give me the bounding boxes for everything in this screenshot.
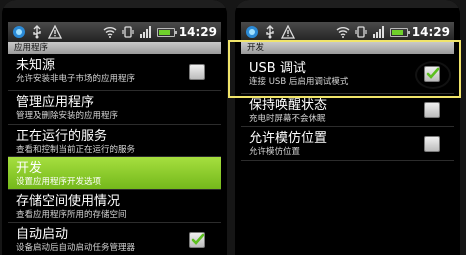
app-status-icon	[246, 26, 258, 38]
list-item-stay-awake[interactable]: 保持唤醒状态 充电时屏幕不会休眠	[241, 94, 454, 127]
right-phone-screen: 14:29 开发 USB 调试 连接 USB 后启用调试模式 保持唤醒状态 充电…	[235, 0, 460, 255]
section-header: 应用程序	[8, 42, 221, 54]
left-phone-screen: 14:29 应用程序 未知源 允许安装非电子市场的应用程序 管理应用程序 管理及…	[2, 0, 227, 255]
list-item-usb-debugging[interactable]: USB 调试 连接 USB 后启用调试模式	[241, 54, 454, 94]
list-item-manage-apps[interactable]: 管理应用程序 管理及删除安装的应用程序	[8, 91, 221, 125]
item-title: 存储空间使用情况	[16, 194, 121, 209]
list-item-auto-start[interactable]: 自动启动 设备启动后自动启动任务管理器	[8, 223, 221, 255]
stay-awake-checkbox[interactable]	[424, 102, 440, 118]
item-subtitle: 管理及删除安装的应用程序	[16, 111, 119, 121]
signal-icon	[372, 26, 384, 38]
auto-start-checkbox[interactable]	[189, 231, 205, 248]
wifi-icon	[103, 27, 117, 38]
warning-icon	[281, 25, 295, 39]
section-header: 开发	[241, 42, 454, 54]
status-bar: 14:29	[8, 22, 221, 42]
vibrate-icon	[355, 26, 367, 38]
item-title: 开发	[16, 161, 43, 176]
unknown-sources-checkbox[interactable]	[189, 64, 205, 80]
clock: 14:29	[411, 25, 450, 39]
phone-bezel	[235, 0, 460, 8]
list-item-development[interactable]: 开发 设置应用程序开发选项	[8, 157, 221, 190]
mock-locations-checkbox[interactable]	[424, 135, 440, 152]
settings-list: USB 调试 连接 USB 后启用调试模式 保持唤醒状态 充电时屏幕不会休眠 允…	[241, 54, 454, 255]
usb-icon	[33, 25, 41, 39]
clock: 14:29	[178, 25, 217, 39]
list-item-mock-locations[interactable]: 允许模仿位置 允许模仿位置	[241, 127, 454, 161]
phone-bezel	[2, 0, 227, 8]
list-item-running-services[interactable]: 正在运行的服务 查看和控制当前正在运行的服务	[8, 125, 221, 157]
item-subtitle: 查看应用程序所用的存储空间	[16, 210, 127, 220]
item-title: 正在运行的服务	[16, 129, 108, 144]
item-title: 管理应用程序	[16, 95, 95, 110]
vibrate-icon	[122, 26, 134, 38]
usb-icon	[266, 25, 274, 39]
status-bar: 14:29	[241, 22, 454, 42]
usb-debugging-checkbox[interactable]	[424, 65, 440, 82]
warning-icon	[48, 25, 62, 39]
settings-list: 未知源 允许安装非电子市场的应用程序 管理应用程序 管理及删除安装的应用程序 正…	[8, 54, 221, 255]
item-subtitle: 设置应用程序开发选项	[16, 177, 102, 187]
item-subtitle: 查看和控制当前正在运行的服务	[16, 145, 136, 155]
check-mark-icon	[191, 233, 205, 245]
signal-icon	[139, 26, 151, 38]
list-item-storage-usage[interactable]: 存储空间使用情况 查看应用程序所用的存储空间	[8, 190, 221, 223]
check-mark-icon	[426, 67, 440, 79]
wifi-icon	[336, 27, 350, 38]
battery-icon	[156, 27, 177, 37]
battery-icon	[389, 27, 410, 37]
app-status-icon	[13, 26, 25, 38]
list-item-unknown-sources[interactable]: 未知源 允许安装非电子市场的应用程序	[8, 54, 221, 91]
